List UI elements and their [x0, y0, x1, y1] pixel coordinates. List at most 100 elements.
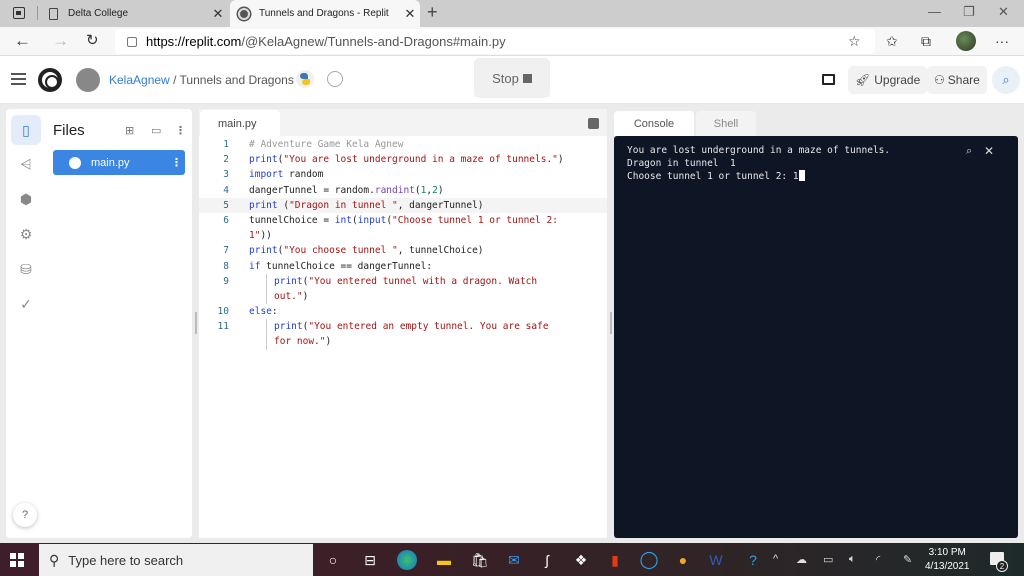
tab-actions-icon[interactable]: [13, 7, 25, 19]
office-icon[interactable]: ▮: [605, 550, 625, 570]
store-icon[interactable]: 🛍︎: [470, 550, 490, 570]
code-line[interactable]: 9 print("You entered tunnel with a dragon…: [199, 273, 607, 289]
search-icon: ⚲: [49, 551, 60, 568]
onedrive-icon[interactable]: ☁: [796, 553, 807, 566]
show-hidden-icons[interactable]: ^: [773, 553, 778, 565]
code-line[interactable]: 1 # Adventure Game Kela Agnew: [199, 137, 607, 152]
close-tab-icon[interactable]: ✕: [400, 6, 420, 22]
url-input[interactable]: https://replit.com/@KelaAgnew/Tunnels-an…: [115, 29, 875, 54]
tab-title: Tunnels and Dragons - Replit: [259, 8, 389, 19]
format-icon[interactable]: [588, 118, 599, 129]
windows-start-icon[interactable]: [10, 553, 24, 567]
files-icon[interactable]: ▯: [11, 115, 41, 145]
minimize-icon[interactable]: —: [928, 4, 941, 19]
code-line[interactable]: 2 print("You are lost underground in a ma…: [199, 152, 607, 167]
collections-icon[interactable]: ⧉: [921, 33, 931, 50]
line-number: 1: [223, 139, 229, 150]
help-button[interactable]: ?: [13, 503, 37, 527]
app-s-icon[interactable]: ʃ: [537, 550, 557, 570]
word-icon[interactable]: W: [706, 550, 726, 570]
pen-icon[interactable]: ✎: [903, 553, 912, 566]
resize-handle-left[interactable]: [195, 312, 197, 334]
code-line[interactable]: 3 import random: [199, 167, 607, 182]
file-item-main-py[interactable]: main.py ⋮: [53, 150, 185, 175]
new-folder-icon[interactable]: ▭: [151, 124, 161, 137]
search-icon[interactable]: ⌕: [992, 66, 1020, 94]
upgrade-button[interactable]: 🚀︎ Upgrade: [848, 66, 928, 94]
browser-shield-icon[interactable]: ●: [673, 550, 693, 570]
profile-avatar[interactable]: [956, 31, 976, 51]
browser-tab-delta-college[interactable]: Delta College ✕: [44, 0, 228, 27]
settings-icon[interactable]: ⚙: [11, 219, 41, 249]
tab-console[interactable]: Console: [614, 111, 694, 136]
code-line[interactable]: 7 print("You choose tunnel ", tunnelChoic…: [199, 243, 607, 258]
taskbar-search-input[interactable]: ⚲ Type here to search: [39, 544, 313, 576]
volume-icon[interactable]: 🔈︎: [849, 553, 856, 566]
new-file-icon[interactable]: ⊞: [125, 124, 134, 137]
code-line[interactable]: for now."): [199, 334, 607, 350]
code-lines[interactable]: 1 # Adventure Game Kela Agnew 2 print("You …: [199, 137, 607, 350]
menu-icon[interactable]: [11, 73, 26, 85]
dropbox-icon[interactable]: ❖: [571, 550, 591, 570]
share-button[interactable]: ⚇ Share: [927, 66, 987, 94]
forward-icon[interactable]: →: [52, 31, 69, 51]
console-clear-icon[interactable]: ✕: [984, 144, 994, 158]
stop-button[interactable]: Stop: [474, 58, 550, 98]
browser-tab-replit[interactable]: Tunnels and Dragons - Replit ✕: [230, 0, 420, 27]
breadcrumb-user[interactable]: KelaAgnew: [109, 73, 170, 87]
console-search-icon[interactable]: ⌕: [966, 145, 972, 158]
code-line[interactable]: 8 if tunnelChoice == dangerTunnel:: [199, 259, 607, 274]
code-line[interactable]: 4 dangerTunnel = random.randint(1,2): [199, 183, 607, 198]
search-placeholder: Type here to search: [68, 552, 184, 568]
resize-handle-right[interactable]: [610, 312, 612, 334]
version-control-icon[interactable]: ⩤: [11, 149, 41, 179]
clock-date: 4/13/2021: [925, 561, 970, 572]
user-avatar[interactable]: [76, 68, 100, 92]
file-menu-icon[interactable]: ⋮: [171, 156, 185, 169]
console-line: You are lost underground in a maze of tu…: [627, 145, 891, 156]
console-output[interactable]: You are lost underground in a maze of tu…: [614, 136, 1018, 538]
restore-icon[interactable]: ❐: [963, 4, 975, 20]
replit-logo-icon[interactable]: [38, 68, 62, 92]
close-tab-icon[interactable]: ✕: [208, 6, 228, 22]
code-line[interactable]: 5 print ("Dragon in tunnel ", dangerTunne…: [199, 197, 607, 213]
refresh-icon[interactable]: ↻: [86, 31, 99, 49]
code-line[interactable]: 11 print("You entered an empty tunnel. Yo…: [199, 319, 607, 335]
favorites-icon[interactable]: ✩: [886, 33, 898, 50]
task-view-icon[interactable]: ⊟: [360, 550, 380, 570]
editor-tab-main-py[interactable]: main.py: [200, 110, 280, 136]
wifi-icon[interactable]: ◜: [876, 553, 880, 566]
cortana-ring-icon[interactable]: ◯: [639, 550, 659, 570]
tab-shell[interactable]: Shell: [696, 111, 756, 136]
database-icon[interactable]: ⛁: [11, 254, 41, 284]
battery-icon[interactable]: ▭: [823, 553, 833, 566]
repl-name[interactable]: Tunnels and Dragons: [180, 73, 294, 87]
code-text: print("You choose tunnel ", tunnelChoice…: [249, 245, 484, 257]
unit-tests-icon[interactable]: ✓: [11, 289, 41, 319]
chat-icon[interactable]: [822, 74, 835, 85]
code-line[interactable]: out."): [199, 288, 607, 305]
files-more-icon[interactable]: ⋮: [175, 124, 186, 137]
more-icon[interactable]: ···: [995, 33, 1009, 49]
new-tab-button[interactable]: +: [427, 2, 438, 23]
cortana-icon[interactable]: ○: [323, 550, 343, 570]
add-favorite-icon[interactable]: ☆: [848, 33, 861, 50]
code-line[interactable]: 6 tunnelChoice = int(input("Choose tunnel…: [199, 213, 607, 228]
console-input-line[interactable]: Choose tunnel 1 or tunnel 2: 1: [627, 170, 1018, 183]
mail-icon[interactable]: ✉: [504, 550, 524, 570]
file-explorer-icon[interactable]: ▬: [434, 550, 454, 570]
help-app-icon[interactable]: ?: [743, 550, 763, 570]
code-line[interactable]: 1")): [199, 228, 607, 243]
system-clock[interactable]: 3:10 PM 4/13/2021: [925, 546, 970, 574]
close-window-icon[interactable]: ✕: [998, 4, 1009, 20]
address-bar-row: ← → ↻ https://replit.com/@KelaAgnew/Tunn…: [0, 27, 1024, 56]
edge-icon[interactable]: [397, 550, 417, 570]
upgrade-label: Upgrade: [874, 73, 921, 87]
history-icon[interactable]: [327, 71, 343, 87]
code-line[interactable]: 10 else:: [199, 304, 607, 319]
line-number: 2: [223, 154, 229, 166]
line-number: 6: [223, 214, 229, 226]
packages-icon[interactable]: ⬢: [11, 184, 41, 214]
console-line: Dragon in tunnel 1: [627, 158, 736, 169]
back-icon[interactable]: ←: [14, 31, 31, 51]
